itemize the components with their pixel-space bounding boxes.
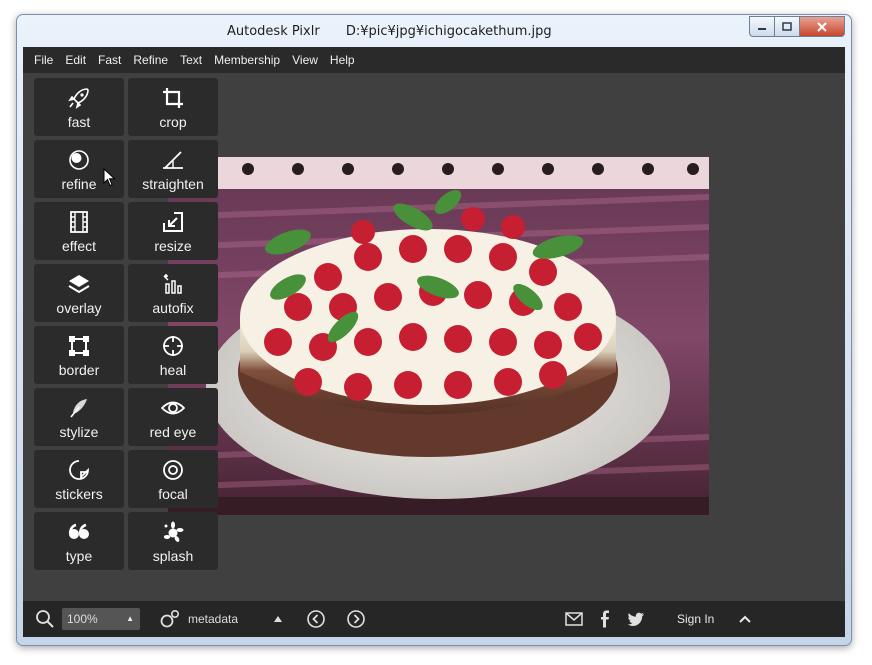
app-window: Autodesk Pixlr D:¥pic¥jpg¥ichigocakethum… [16,14,852,646]
zoom-select[interactable]: 100% ▲ [62,608,140,630]
feather-icon [66,395,92,421]
resize-icon [160,209,186,235]
chevron-up-icon[interactable] [738,601,752,637]
twitter-icon[interactable] [627,601,645,637]
tool-fast-label: fast [67,114,91,130]
tool-stylize-label: stylize [59,424,99,440]
splash-icon [160,519,186,545]
close-icon [817,21,827,32]
tool-red-eye[interactable]: red eye [128,388,218,446]
file-path: D:¥pic¥jpg¥ichigocakethum.jpg [345,24,552,39]
tool-heal[interactable]: heal [128,326,218,384]
tool-splash-label: splash [152,548,194,564]
window-controls [749,16,845,37]
tool-stylize[interactable]: stylize [34,388,124,446]
tool-stickers[interactable]: stickers [34,450,124,508]
film-icon [66,209,92,235]
menu-file[interactable]: File [23,53,59,67]
sticker-icon [66,457,92,483]
tool-autofix[interactable]: autofix [128,264,218,322]
maximize-icon [782,21,792,31]
window-title: Autodesk Pixlr D:¥pic¥jpg¥ichigocakethum… [227,24,552,39]
metadata-icon[interactable] [159,601,181,637]
next-icon[interactable] [346,601,366,637]
menu-text[interactable]: Text [174,53,208,67]
tool-resize[interactable]: resize [128,202,218,260]
menu-help[interactable]: Help [324,53,361,67]
tool-stickers-label: stickers [55,486,103,502]
menu-edit[interactable]: Edit [59,53,92,67]
tool-type-label: type [65,548,93,564]
previous-icon[interactable] [306,601,326,637]
facebook-icon[interactable] [599,601,611,637]
maximize-button[interactable] [775,16,800,37]
canvas-area[interactable]: fast crop refine straighten effect resiz… [23,73,845,601]
tool-red-eye-label: red eye [149,424,197,440]
straighten-icon [160,147,186,173]
tool-refine-label: refine [61,176,97,192]
target-icon [160,457,186,483]
tool-border-label: border [58,362,100,378]
photo-canvas[interactable] [168,157,709,515]
menu-view[interactable]: View [286,53,324,67]
menu-membership[interactable]: Membership [208,53,286,67]
status-bar: 100% ▲ metadata Sign In [23,601,845,637]
tool-straighten-label: straighten [142,176,204,192]
tool-autofix-label: autofix [152,300,194,316]
tool-straighten[interactable]: straighten [128,140,218,198]
rocket-icon [66,85,92,111]
tool-focal-label: focal [158,486,188,502]
tool-overlay-label: overlay [56,300,102,316]
tool-splash[interactable]: splash [128,512,218,570]
tool-fast[interactable]: fast [34,78,124,136]
minimize-icon [758,27,766,30]
tool-effect[interactable]: effect [34,202,124,260]
close-button[interactable] [800,16,845,37]
tool-effect-label: effect [62,238,96,254]
app-client-area: File Edit Fast Refine Text Membership Vi… [23,47,845,637]
metadata-label-wrap[interactable]: metadata [188,601,238,637]
minimize-button[interactable] [749,16,775,37]
metadata-label: metadata [188,612,239,626]
crosshair-icon [160,333,186,359]
tool-focal[interactable]: focal [128,450,218,508]
autofix-icon [160,271,186,297]
tool-crop-label: crop [159,114,187,130]
menu-refine[interactable]: Refine [127,53,174,67]
tool-border[interactable]: border [34,326,124,384]
tool-type[interactable]: type [34,512,124,570]
cake-photo [168,157,709,515]
crop-icon [160,85,186,111]
sign-in-link[interactable]: Sign In [677,601,714,637]
menu-fast[interactable]: Fast [92,53,127,67]
border-icon [66,333,92,359]
zoom-icon[interactable] [35,601,55,637]
refine-icon [66,147,92,173]
mail-icon[interactable] [565,601,583,637]
tool-resize-label: resize [154,238,192,254]
layers-icon [66,271,92,297]
mouse-cursor-icon [103,168,116,187]
metadata-toggle-icon[interactable] [273,601,283,637]
tool-overlay[interactable]: overlay [34,264,124,322]
tool-palette: fast crop refine straighten effect resiz… [34,78,218,570]
tool-crop[interactable]: crop [128,78,218,136]
sign-in-label: Sign In [677,612,715,626]
app-title: Autodesk Pixlr [227,24,320,39]
eye-icon [160,395,186,421]
menu-bar: File Edit Fast Refine Text Membership Vi… [23,47,845,73]
caret-up-icon: ▲ [126,614,134,623]
tool-heal-label: heal [159,362,187,378]
zoom-value: 100% [67,612,98,626]
title-bar[interactable]: Autodesk Pixlr D:¥pic¥jpg¥ichigocakethum… [17,15,851,47]
quote-icon [66,519,92,545]
